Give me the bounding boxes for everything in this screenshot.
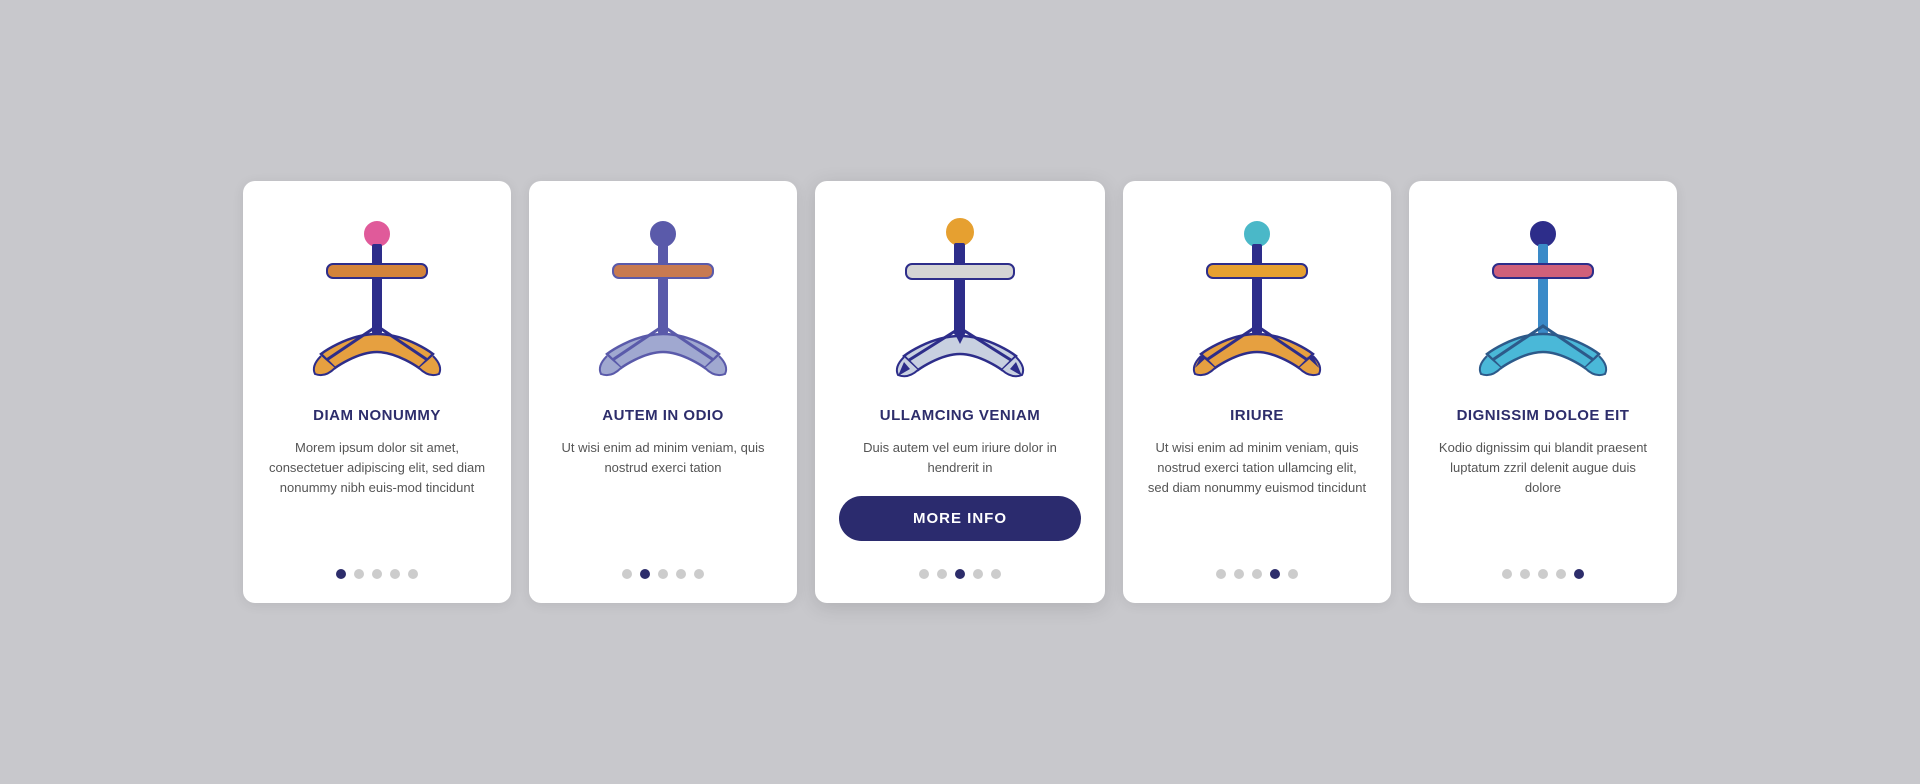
dot bbox=[1520, 569, 1530, 579]
dot bbox=[1538, 569, 1548, 579]
dot bbox=[676, 569, 686, 579]
dot bbox=[622, 569, 632, 579]
anchor-icon-1 bbox=[297, 209, 457, 389]
card-5-dots bbox=[1502, 569, 1584, 579]
dot-active bbox=[640, 569, 650, 579]
more-info-button[interactable]: MORE INFO bbox=[839, 496, 1081, 541]
card-2-title: AUTEM IN ODIO bbox=[602, 407, 724, 424]
card-2-dots bbox=[622, 569, 704, 579]
dot bbox=[372, 569, 382, 579]
dot-active bbox=[1574, 569, 1584, 579]
card-1-dots bbox=[336, 569, 418, 579]
dot-active bbox=[955, 569, 965, 579]
dot bbox=[1216, 569, 1226, 579]
card-5: DIGNISSIM DOLOE EIT Kodio dignissim qui … bbox=[1409, 181, 1677, 603]
card-5-title: DIGNISSIM DOLOE EIT bbox=[1457, 407, 1630, 424]
card-1-title: DIAM NONUMMY bbox=[313, 407, 441, 424]
dot bbox=[694, 569, 704, 579]
anchor-icon-3 bbox=[880, 209, 1040, 389]
dot bbox=[937, 569, 947, 579]
dot bbox=[354, 569, 364, 579]
dot bbox=[1556, 569, 1566, 579]
dot bbox=[658, 569, 668, 579]
anchor-icon-2 bbox=[583, 209, 743, 389]
card-4-text: Ut wisi enim ad minim veniam, quis nostr… bbox=[1147, 438, 1367, 551]
card-5-text: Kodio dignissim qui blandit praesent lup… bbox=[1433, 438, 1653, 551]
dot bbox=[973, 569, 983, 579]
dot bbox=[1288, 569, 1298, 579]
card-3: ULLAMCING VENIAM Duis autem vel eum iriu… bbox=[815, 181, 1105, 603]
card-4-dots bbox=[1216, 569, 1298, 579]
card-4: IRIURE Ut wisi enim ad minim veniam, qui… bbox=[1123, 181, 1391, 603]
dot bbox=[408, 569, 418, 579]
card-3-title: ULLAMCING VENIAM bbox=[880, 407, 1041, 424]
card-1-text: Morem ipsum dolor sit amet, consectetuer… bbox=[267, 438, 487, 551]
card-2: AUTEM IN ODIO Ut wisi enim ad minim veni… bbox=[529, 181, 797, 603]
anchor-icon-5 bbox=[1463, 209, 1623, 389]
card-2-text: Ut wisi enim ad minim veniam, quis nostr… bbox=[553, 438, 773, 551]
card-4-title: IRIURE bbox=[1230, 407, 1284, 424]
dot-active bbox=[336, 569, 346, 579]
dot bbox=[1234, 569, 1244, 579]
dot bbox=[1252, 569, 1262, 579]
card-3-text: Duis autem vel eum iriure dolor in hendr… bbox=[839, 438, 1081, 478]
dot-active bbox=[1270, 569, 1280, 579]
dot bbox=[390, 569, 400, 579]
card-1: DIAM NONUMMY Morem ipsum dolor sit amet,… bbox=[243, 181, 511, 603]
cards-container: DIAM NONUMMY Morem ipsum dolor sit amet,… bbox=[203, 141, 1717, 643]
dot bbox=[991, 569, 1001, 579]
dot bbox=[919, 569, 929, 579]
dot bbox=[1502, 569, 1512, 579]
card-3-dots bbox=[919, 569, 1001, 579]
anchor-icon-4 bbox=[1177, 209, 1337, 389]
